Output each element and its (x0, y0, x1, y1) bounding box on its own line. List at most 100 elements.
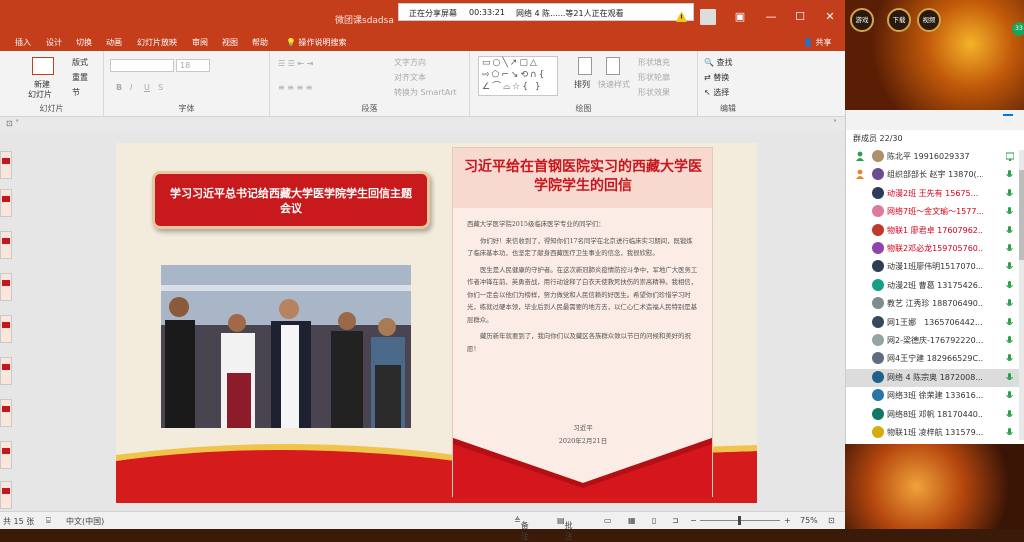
microphone-icon[interactable] (1006, 372, 1013, 382)
screen-share-bar[interactable]: 正在分享屏幕 00:33:21 网络 4 陈......等21人正在观看 (398, 3, 694, 21)
member-list-scroll-thumb[interactable] (1019, 170, 1024, 260)
microphone-icon[interactable] (1006, 354, 1013, 363)
quick-styles-button[interactable]: 快速样式 (598, 79, 630, 90)
member-row[interactable]: 动漫2班 王先有 15675... (846, 185, 1024, 203)
new-slide-icon[interactable] (32, 57, 54, 75)
member-row[interactable]: 网络 4 陈宗奥 1872008... (846, 368, 1024, 387)
microphone-icon[interactable] (1006, 262, 1013, 271)
select-button[interactable]: ↖ 选择 (704, 87, 729, 98)
zoom-level[interactable]: 75% (800, 516, 818, 525)
zoom-slider-handle[interactable] (738, 516, 741, 525)
tell-me-search[interactable]: 💡 操作说明搜索 (286, 37, 347, 48)
thumbnail[interactable] (0, 189, 12, 217)
panel-minimize-icon[interactable] (1003, 114, 1013, 116)
text-direction-button[interactable]: 文字方向 (394, 57, 426, 68)
layout-button[interactable]: 版式 (72, 57, 88, 68)
shape-outline-button[interactable]: 形状轮廓 (638, 72, 670, 83)
member-row[interactable]: 网络8班 邓帆 18170440... (846, 406, 1024, 424)
normal-view-icon[interactable]: ▭ (604, 516, 612, 525)
spellcheck-icon[interactable]: ⌸ (46, 516, 51, 526)
font-size-dropdown[interactable]: 18 (176, 59, 210, 72)
language-indicator[interactable]: 中文(中国) (66, 516, 104, 527)
arrange-icon[interactable] (578, 57, 592, 75)
ribbon-display-icon[interactable]: ▣ (733, 10, 747, 24)
collapse-ribbon-icon[interactable]: ˅ (833, 119, 837, 128)
microphone-icon[interactable] (1006, 170, 1013, 179)
member-row[interactable]: 物联1 廖君卓 17607962... (846, 222, 1024, 240)
microphone-icon[interactable] (1006, 336, 1013, 345)
microphone-icon[interactable] (1006, 428, 1013, 437)
member-row[interactable]: 网1王娜 1365706442... (846, 314, 1024, 332)
share-button[interactable]: 👤 共享 (803, 37, 832, 48)
reading-view-icon[interactable]: ▯ (652, 516, 656, 525)
tab-view[interactable]: 视图 (222, 37, 238, 48)
thumbnail[interactable] (0, 399, 12, 427)
microphone-icon[interactable] (1006, 225, 1013, 235)
tab-design[interactable]: 设计 (46, 37, 62, 48)
sorter-view-icon[interactable]: ▦ (628, 516, 636, 525)
download-button[interactable]: 下载 (887, 8, 911, 32)
reset-button[interactable]: 重置 (72, 72, 88, 83)
italic-button[interactable]: I (130, 83, 132, 92)
tab-animations[interactable]: 动画 (106, 37, 122, 48)
microphone-icon[interactable] (1006, 409, 1013, 419)
tab-insert[interactable]: 插入 (15, 37, 31, 48)
shadow-button[interactable]: S (158, 83, 163, 92)
bold-button[interactable]: B (116, 83, 122, 92)
comments-button[interactable]: ▤ 批注 (557, 516, 573, 541)
member-row[interactable]: 物联1班 凌梓航 131579... (846, 424, 1024, 442)
screenshot-icon[interactable]: ⊡ ˅ (6, 119, 19, 128)
microphone-icon[interactable] (1006, 317, 1013, 327)
thumbnail[interactable] (0, 357, 12, 385)
replace-button[interactable]: ⇄ 替换 (704, 72, 729, 83)
member-row[interactable]: 教艺 江秀珍 188706490... (846, 295, 1024, 313)
arrange-button[interactable]: 排列 (574, 79, 590, 90)
thumbnail[interactable] (0, 273, 12, 301)
tab-slideshow[interactable]: 幻灯片放映 (137, 37, 177, 48)
fit-to-window-icon[interactable]: ⊡ (828, 516, 835, 525)
thumbnail[interactable] (0, 481, 12, 509)
tab-review[interactable]: 审阅 (192, 37, 208, 48)
zoom-out-icon[interactable]: − (690, 516, 697, 525)
video-button[interactable]: 视频 (917, 8, 941, 32)
bullets-icon[interactable]: ☰ ☰ ⇤ ⇥ (278, 59, 313, 68)
member-row[interactable]: 网络3班 徐荣建 133616... (846, 387, 1024, 405)
notes-button[interactable]: ≜ 备注 (514, 516, 529, 541)
thumbnail[interactable] (0, 315, 12, 343)
tab-help[interactable]: 帮助 (252, 37, 268, 48)
warning-icon[interactable] (676, 11, 687, 22)
thumbnail[interactable] (0, 231, 12, 259)
close-icon[interactable]: ✕ (823, 10, 837, 24)
slideshow-view-icon[interactable]: ⊐ (672, 516, 679, 525)
slide-canvas[interactable]: 学习习近平总书记给西藏大学医学院学生回信主题会议 习近平给在首钢医院实习的西藏大… (116, 143, 757, 503)
member-row[interactable]: 网2-梁德庆-176792220... (846, 332, 1024, 350)
microphone-icon[interactable] (1006, 391, 1013, 400)
thumbnail[interactable] (0, 441, 12, 469)
member-row[interactable]: 陈北平 19916029337 (846, 148, 1024, 166)
tab-transitions[interactable]: 切换 (76, 37, 92, 48)
microphone-icon[interactable] (1006, 299, 1013, 308)
microphone-icon[interactable] (1006, 244, 1013, 253)
quick-styles-icon[interactable] (606, 57, 620, 75)
member-row[interactable]: 动漫1班廖伟明1517070... (846, 258, 1024, 276)
member-row[interactable]: 动漫2班 曹葛 13175426... (846, 277, 1024, 295)
member-row[interactable]: 网络7班～金文瑜～1577... (846, 203, 1024, 221)
zoom-in-icon[interactable]: + (784, 516, 791, 525)
convert-smartart-button[interactable]: 转换为 SmartArt (394, 87, 457, 98)
shape-fill-button[interactable]: 形状填充 (638, 57, 670, 68)
screen-share-icon[interactable] (1005, 152, 1015, 161)
member-row[interactable]: 网4王宁建 182966529C... (846, 350, 1024, 368)
align-icons[interactable]: ≡ ≡ ≡ ≡ (278, 83, 312, 92)
member-row[interactable]: 物联2邓必龙159705760... (846, 240, 1024, 258)
minimize-icon[interactable]: — (764, 10, 778, 24)
maximize-icon[interactable]: ☐ (793, 10, 807, 24)
new-slide-button-line2[interactable]: 幻灯片 (28, 89, 52, 100)
member-row[interactable]: 组织部部长 赵宇 13870(... (846, 166, 1024, 184)
align-text-button[interactable]: 对齐文本 (394, 72, 426, 83)
shapes-gallery[interactable]: ▭○╲↗▢△ ⇨⬠⌐↘⟲∩{∠⌒⌓☆{ } (478, 56, 558, 96)
font-name-dropdown[interactable] (110, 59, 174, 72)
section-button[interactable]: 节 (72, 87, 80, 98)
microphone-icon[interactable] (1006, 280, 1013, 290)
thumbnail[interactable] (0, 151, 12, 179)
games-button[interactable]: 游戏 (850, 8, 874, 32)
